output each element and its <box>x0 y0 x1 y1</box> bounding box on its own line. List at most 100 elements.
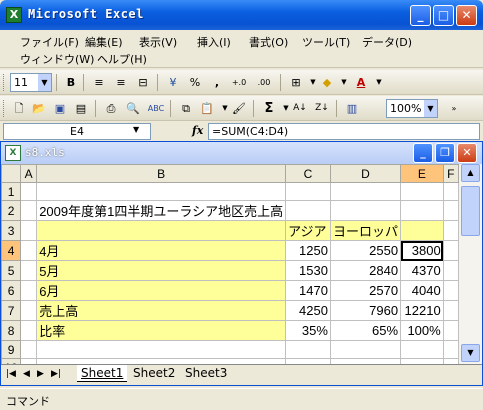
close-button[interactable]: ✕ <box>456 5 477 26</box>
row-header[interactable]: 7 <box>1 300 22 321</box>
menu-file[interactable]: ファイル(F) <box>20 34 79 50</box>
scroll-up-icon[interactable]: ▲ <box>461 164 480 182</box>
cell[interactable]: 4250 <box>285 300 331 321</box>
font-color-icon[interactable]: A <box>352 73 370 92</box>
decrease-decimal-button[interactable]: .00 <box>255 73 273 92</box>
cell[interactable] <box>20 300 38 321</box>
paste-icon[interactable]: 📋 <box>198 99 216 118</box>
toolbar-grip[interactable] <box>3 74 6 91</box>
cell[interactable]: ヨーロッパ <box>329 220 402 241</box>
row-header[interactable]: 6 <box>1 280 22 301</box>
cell[interactable] <box>400 340 444 359</box>
cell[interactable] <box>442 220 459 241</box>
save-icon[interactable]: ▣ <box>51 99 69 118</box>
chevron-down-icon[interactable]: ▼ <box>133 125 139 134</box>
cell[interactable]: 4月 <box>36 240 287 261</box>
cell[interactable] <box>442 200 459 221</box>
new-file-icon[interactable]: 🗋 <box>10 99 28 118</box>
bold-button[interactable]: B <box>62 73 80 92</box>
cell[interactable] <box>442 280 459 301</box>
cell[interactable] <box>442 320 459 341</box>
scroll-down-icon[interactable]: ▼ <box>461 344 480 362</box>
column-header[interactable]: F <box>442 164 459 183</box>
row-header[interactable]: 5 <box>1 260 22 281</box>
row-header[interactable]: 3 <box>1 220 22 241</box>
cell[interactable]: 12210 <box>400 300 444 321</box>
cell[interactable] <box>442 240 459 261</box>
row-header[interactable]: 2 <box>1 200 22 221</box>
copy-icon[interactable]: ⧉ <box>177 99 195 118</box>
cell[interactable]: 35% <box>285 320 331 341</box>
cell[interactable]: 2550 <box>329 240 402 261</box>
cell[interactable] <box>400 200 444 221</box>
zoom-select[interactable]: 100% ▼ <box>386 99 438 118</box>
cell[interactable]: 1530 <box>285 260 331 281</box>
chevron-down-icon[interactable]: ▼ <box>335 73 353 92</box>
sort-descending-icon[interactable]: Z↓ <box>313 99 331 118</box>
permission-icon[interactable]: ▤ <box>72 99 90 118</box>
row-header[interactable]: 9 <box>1 340 22 359</box>
function-icon[interactable]: fx <box>192 124 203 137</box>
cell[interactable]: 4370 <box>400 260 444 281</box>
cell[interactable]: 3800 <box>400 240 444 261</box>
cell[interactable] <box>285 182 331 201</box>
doc-close-button[interactable]: ✕ <box>457 143 477 163</box>
last-sheet-icon[interactable]: ▶| <box>51 369 61 379</box>
select-all-corner[interactable] <box>1 164 22 183</box>
menu-edit[interactable]: 編集(E) <box>85 34 123 50</box>
cell[interactable] <box>442 182 459 201</box>
cell[interactable] <box>20 220 38 241</box>
cell[interactable] <box>20 280 38 301</box>
fill-color-icon[interactable]: ◆ <box>318 73 336 92</box>
cell[interactable]: アジア <box>285 220 331 241</box>
cell[interactable] <box>442 340 459 359</box>
column-header[interactable]: D <box>329 164 402 183</box>
cell[interactable]: 7960 <box>329 300 402 321</box>
cell[interactable]: 5月 <box>36 260 287 281</box>
cell[interactable]: 1470 <box>285 280 331 301</box>
percent-button[interactable]: % <box>186 73 204 92</box>
column-header[interactable]: B <box>36 164 287 183</box>
cell[interactable] <box>36 340 287 359</box>
cell[interactable]: 2840 <box>329 260 402 281</box>
doc-minimize-button[interactable]: _ <box>413 143 433 163</box>
maximize-button[interactable]: □ <box>433 5 454 26</box>
first-sheet-icon[interactable]: |◀ <box>6 369 16 379</box>
cell[interactable] <box>20 260 38 281</box>
column-header[interactable]: C <box>285 164 331 183</box>
cell[interactable] <box>442 260 459 281</box>
print-preview-icon[interactable]: 🔍 <box>124 99 142 118</box>
toolbar-grip[interactable] <box>3 100 6 117</box>
increase-decimal-button[interactable]: +.0 <box>230 73 248 92</box>
cell[interactable] <box>20 182 38 201</box>
formula-input[interactable]: =SUM(C4:D4) <box>208 123 480 140</box>
menu-tools[interactable]: ツール(T) <box>302 34 350 50</box>
menu-view[interactable]: 表示(V) <box>139 34 177 50</box>
cell[interactable] <box>20 340 38 359</box>
cell[interactable] <box>442 300 459 321</box>
cell[interactable] <box>285 340 331 359</box>
column-header[interactable]: A <box>20 164 38 183</box>
prev-sheet-icon[interactable]: ◀ <box>23 369 30 379</box>
chart-wizard-icon[interactable]: ▥ <box>343 99 361 118</box>
merge-center-icon[interactable]: ⊟ <box>134 73 152 92</box>
comma-button[interactable]: , <box>208 73 226 92</box>
cell[interactable] <box>400 220 444 241</box>
row-header[interactable]: 8 <box>1 320 22 341</box>
menu-window[interactable]: ウィンドウ(W) <box>20 51 94 67</box>
tab-sheet3[interactable]: Sheet3 <box>181 365 231 382</box>
cell[interactable] <box>329 182 402 201</box>
menu-data[interactable]: データ(D) <box>362 34 412 50</box>
cell[interactable]: 2570 <box>329 280 402 301</box>
cell[interactable]: 売上高 <box>36 300 287 321</box>
tab-sheet1[interactable]: Sheet1 <box>77 365 128 382</box>
menu-insert[interactable]: 挿入(I) <box>197 34 231 50</box>
print-icon[interactable]: ⎙ <box>102 99 120 118</box>
toolbar-options-icon[interactable]: » <box>445 99 463 118</box>
name-box[interactable]: E4 <box>3 123 151 140</box>
autosum-button[interactable]: Σ <box>260 99 278 118</box>
align-center-icon[interactable]: ≡ <box>112 73 130 92</box>
cell[interactable] <box>285 200 331 221</box>
cell[interactable] <box>20 240 38 261</box>
next-sheet-icon[interactable]: ▶ <box>37 369 44 379</box>
